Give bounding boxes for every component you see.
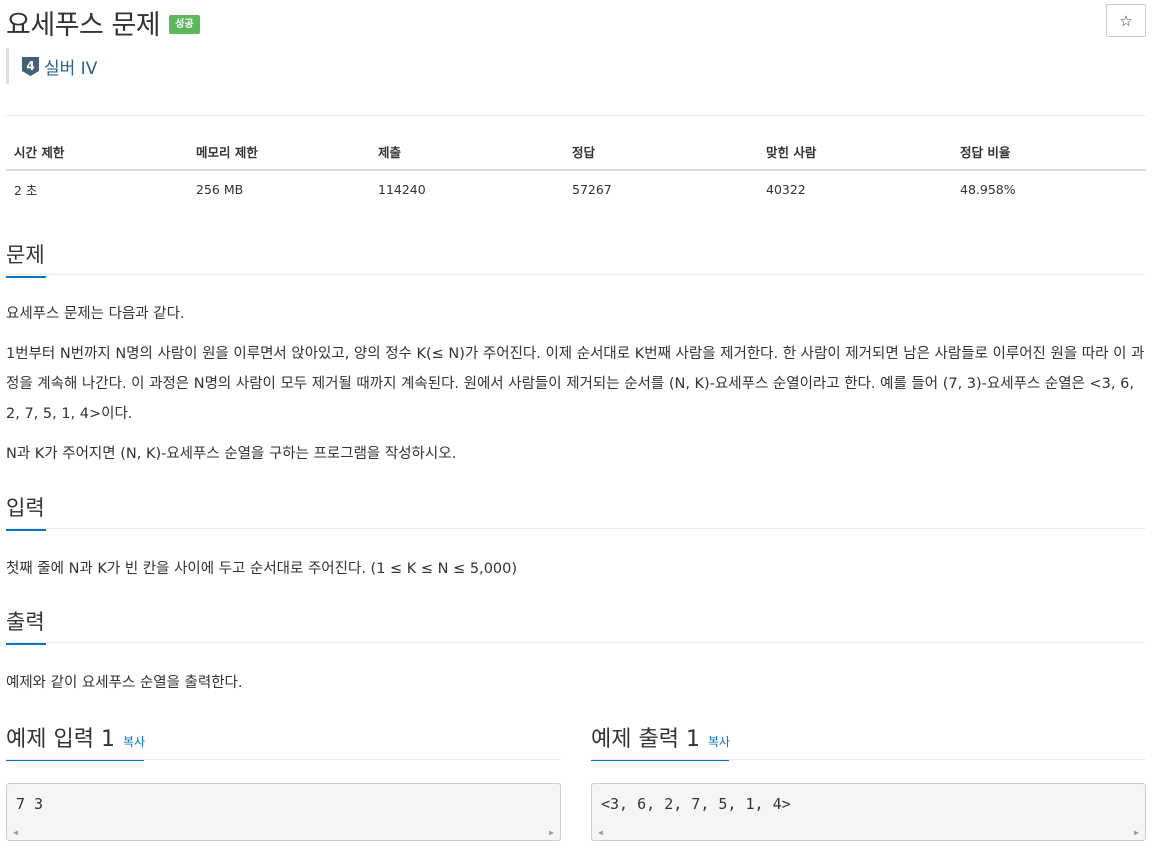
tier-indicator: 4 실버 IV: [6, 48, 97, 84]
stats-header: 제출: [370, 134, 564, 171]
copy-input-link[interactable]: 복사: [123, 735, 145, 749]
time-limit: 2 초: [14, 182, 38, 198]
accepted-count: 57267: [572, 181, 612, 197]
stats-header: 메모리 제한: [188, 134, 370, 171]
accepted-ratio: 48.958%: [960, 181, 1016, 197]
divider: [6, 274, 1146, 275]
example-input-label: 예제 입력 1: [6, 727, 115, 752]
stats-header-row: 시간 제한 메모리 제한 제출 정답 맞힌 사람 정답 비율: [6, 134, 1146, 171]
problem-section-label: 문제: [6, 243, 45, 267]
title-row: 요세푸스 문제 성공: [6, 4, 200, 41]
problem-stats-table: 시간 제한 메모리 제한 제출 정답 맞힌 사람 정답 비율 2 초 256 M…: [6, 134, 1146, 207]
stats-row: 2 초 256 MB 114240 57267 40322 48.958%: [6, 170, 1146, 207]
problem-paragraph: 요세푸스 문제는 다음과 같다.: [6, 306, 185, 322]
example-input-box[interactable]: 7 3 ◀ ▶: [6, 783, 561, 841]
stats-header: 정답 비율: [952, 134, 1146, 171]
star-icon: ☆: [1119, 11, 1133, 30]
silver-tier-icon: 4: [22, 56, 39, 76]
scroll-left-icon[interactable]: ◀: [13, 828, 18, 837]
solved-users-count: 40322: [766, 181, 806, 197]
tier-number: 4: [26, 59, 34, 73]
copy-output-link[interactable]: 복사: [708, 735, 730, 749]
scroll-right-icon[interactable]: ▶: [549, 828, 554, 837]
memory-limit: 256 MB: [196, 181, 244, 197]
example-input-content: 7 3: [16, 795, 44, 813]
input-section-label: 입력: [6, 496, 45, 520]
input-description: 첫째 줄에 N과 K가 빈 칸을 사이에 두고 순서대로 주어진다. (1 ≤ …: [6, 561, 518, 577]
divider: [6, 759, 561, 760]
page-title: 요세푸스 문제: [6, 9, 161, 41]
divider: [6, 115, 1146, 116]
scroll-right-icon[interactable]: ▶: [1134, 828, 1139, 837]
tier-label: 실버 IV: [44, 58, 98, 79]
stats-header: 맞힌 사람: [758, 134, 952, 171]
output-description: 예제와 같이 요세푸스 순열을 출력한다.: [6, 675, 243, 691]
divider: [591, 759, 1146, 760]
stats-header: 시간 제한: [6, 134, 188, 171]
problem-paragraph: 1번부터 N번까지 N명의 사람이 원을 이루면서 앉아있고, 양의 정수 K(…: [6, 346, 1145, 422]
stats-header: 정답: [564, 134, 758, 171]
status-badge: 성공: [169, 14, 200, 34]
star-button[interactable]: ☆: [1106, 4, 1146, 37]
input-section-title: 입력: [6, 492, 46, 531]
output-section-title: 출력: [6, 606, 46, 645]
scroll-left-icon[interactable]: ◀: [598, 828, 603, 837]
problem-paragraph: N과 K가 주어지면 (N, K)-요세푸스 순열을 구하는 프로그램을 작성하…: [6, 446, 457, 462]
output-section-label: 출력: [6, 610, 45, 634]
divider: [6, 528, 1146, 529]
example-output-label: 예제 출력 1: [591, 727, 700, 752]
example-input-title: 예제 입력 1 복사: [6, 721, 145, 761]
divider: [6, 642, 1146, 643]
submission-count: 114240: [378, 181, 426, 197]
example-output-box[interactable]: <3, 6, 2, 7, 5, 1, 4> ◀ ▶: [591, 783, 1146, 841]
example-output-content: <3, 6, 2, 7, 5, 1, 4>: [601, 795, 791, 813]
example-output-title: 예제 출력 1 복사: [591, 721, 730, 761]
problem-section-title: 문제: [6, 239, 46, 278]
